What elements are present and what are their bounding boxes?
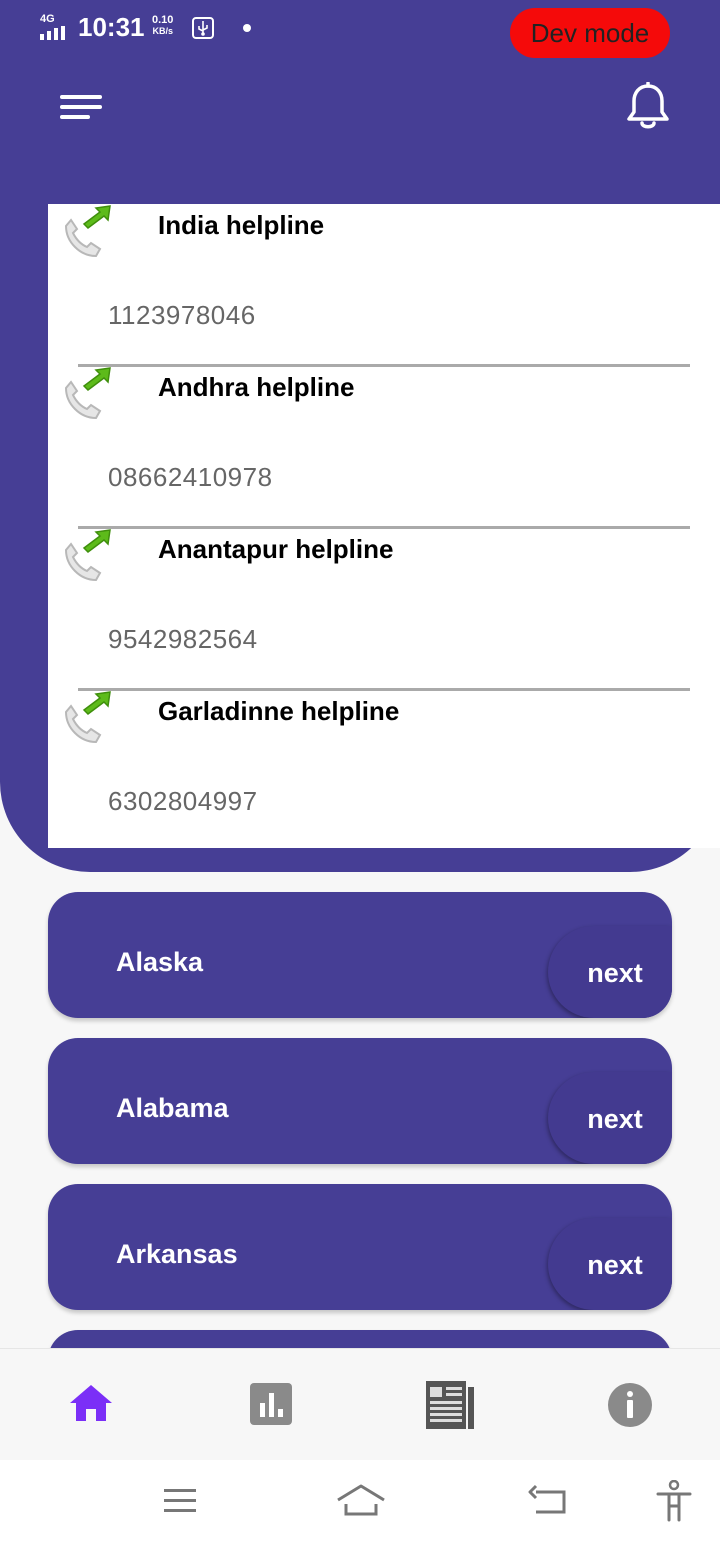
home-nav-icon[interactable]	[336, 1480, 386, 1520]
helpline-title: Anantapur helpline	[158, 534, 394, 564]
state-name: Alabama	[116, 1093, 229, 1123]
divider	[78, 526, 690, 529]
outgoing-call-icon	[60, 690, 116, 746]
helpline-list: India helpline 1123978046 Andhra helplin…	[48, 204, 720, 848]
helpline-item[interactable]: Andhra helpline 08662410978	[48, 364, 720, 528]
state-name: Alaska	[116, 947, 204, 977]
helpline-title: Garladinne helpline	[158, 696, 400, 726]
state-name: Arkansas	[116, 1239, 238, 1269]
signal-icon: 4G	[40, 13, 72, 40]
info-icon[interactable]	[606, 1379, 656, 1429]
status-time: 10:31	[78, 12, 145, 42]
bell-icon[interactable]	[624, 81, 672, 132]
outgoing-call-icon	[60, 204, 116, 260]
recent-apps-icon[interactable]	[160, 1480, 204, 1520]
status-bar: 4G 10:31 0.10 KB/s Dev mode	[0, 0, 720, 60]
helpline-number[interactable]: 9542982564	[108, 624, 258, 655]
dev-mode-badge: Dev mode	[510, 8, 670, 58]
network-type: 4G	[40, 13, 55, 25]
stats-icon[interactable]	[246, 1379, 296, 1429]
divider	[78, 364, 690, 367]
usb-debug-icon	[192, 17, 214, 39]
next-button[interactable]: next	[548, 1072, 672, 1164]
outgoing-call-icon	[60, 528, 116, 584]
helpline-number[interactable]: 1123978046	[108, 300, 256, 331]
notification-dot	[243, 24, 251, 32]
divider	[78, 688, 690, 691]
state-card-alabama[interactable]: Alabama next	[48, 1038, 672, 1164]
network-speed: 0.10 KB/s	[152, 15, 173, 37]
helpline-item[interactable]: Anantapur helpline 9542982564	[48, 526, 720, 690]
helpline-item[interactable]: Garladinne helpline 6302804997	[48, 688, 720, 852]
helpline-item[interactable]: India helpline 1123978046	[48, 204, 720, 366]
next-button[interactable]: next	[548, 926, 672, 1018]
speed-unit: KB/s	[152, 26, 173, 36]
state-card-alaska[interactable]: Alaska next	[48, 892, 672, 1018]
menu-icon[interactable]	[60, 92, 104, 122]
accessibility-icon[interactable]	[652, 1479, 696, 1522]
helpline-title: Andhra helpline	[158, 372, 355, 402]
outgoing-call-icon	[60, 366, 116, 422]
speed-value: 0.10	[152, 14, 174, 26]
next-button[interactable]: next	[548, 1218, 672, 1310]
home-icon[interactable]	[66, 1379, 116, 1429]
back-icon[interactable]	[528, 1480, 572, 1520]
system-navigation-bar	[0, 1460, 720, 1544]
helpline-title: India helpline	[158, 210, 325, 240]
helpline-number[interactable]: 6302804997	[108, 786, 258, 817]
state-card-arkansas[interactable]: Arkansas next	[48, 1184, 672, 1310]
bottom-navigation	[0, 1348, 720, 1460]
helpline-number[interactable]: 08662410978	[108, 462, 273, 493]
news-icon[interactable]	[424, 1379, 478, 1429]
